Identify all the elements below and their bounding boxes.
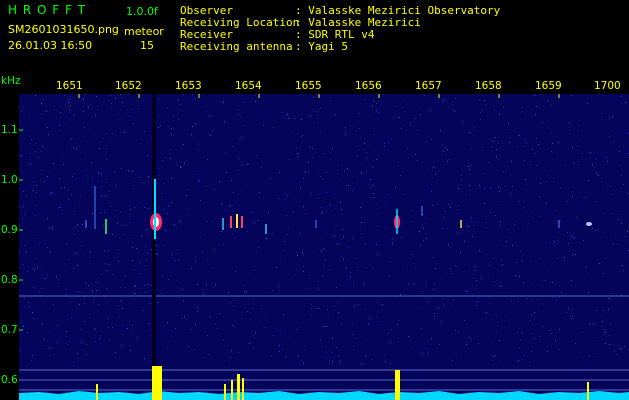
y-tick-0-8: 0.8 (1, 274, 18, 286)
x-tick-1653: 1653 (175, 80, 202, 92)
x-tick-1700: 1700 (594, 80, 621, 92)
y-tick-1-0: 1.0 (1, 174, 18, 186)
spectrogram-graphic (19, 94, 629, 400)
mode-label: meteor (124, 25, 164, 38)
x-tick-1655: 1655 (295, 80, 322, 92)
x-tick-1657: 1657 (415, 80, 442, 92)
y-tick-1-1: 1.1 (1, 124, 18, 136)
datetime-label: 26.01.03 16:50 (8, 39, 93, 52)
version-label: 1.0.0f (126, 5, 158, 18)
noise-floor (19, 391, 629, 400)
y-tick-0-6: 0.6 (1, 374, 18, 386)
y-tick-0-7: 0.7 (1, 324, 18, 336)
info-antenna-value: : Yagi 5 (295, 40, 348, 53)
meteor-echoes (85, 179, 592, 239)
spectrogram (19, 94, 629, 400)
app-title: H R O F F T (8, 3, 87, 17)
x-tick-1651: 1651 (56, 80, 83, 92)
x-tick-1659: 1659 (535, 80, 562, 92)
x-tick-1654: 1654 (235, 80, 262, 92)
x-tick-1652: 1652 (115, 80, 142, 92)
info-antenna-label: Receiving antenna (180, 40, 293, 53)
filename-label: SM2601031650.png (8, 23, 119, 36)
y-tick-0-9: 0.9 (1, 224, 18, 236)
x-tick-1656: 1656 (355, 80, 382, 92)
count-label: 15 (140, 39, 154, 52)
y-unit-label: kHz (1, 75, 21, 87)
x-tick-1658: 1658 (475, 80, 502, 92)
noise-speckle (19, 94, 629, 364)
